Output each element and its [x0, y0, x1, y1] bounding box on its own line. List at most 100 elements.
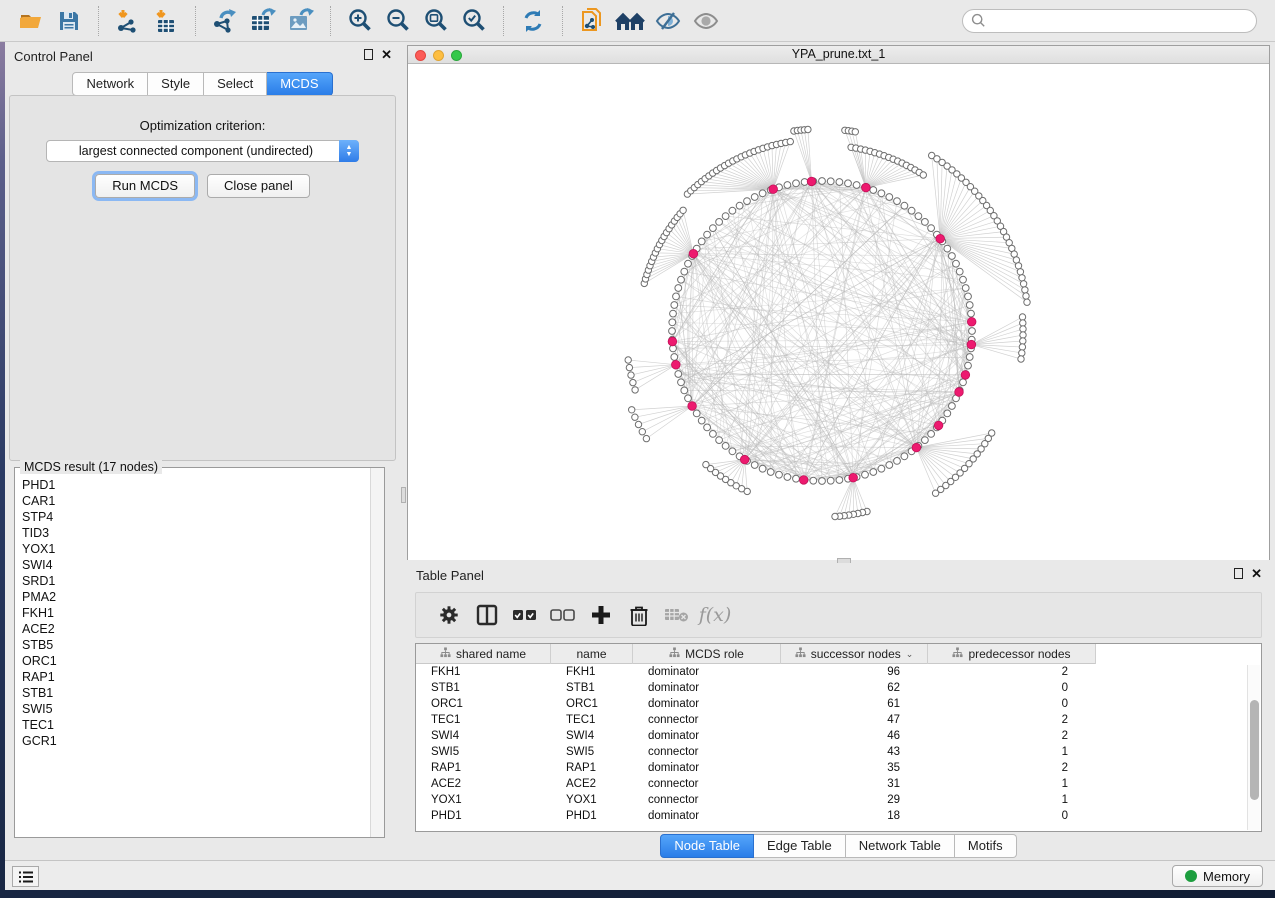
network-node[interactable]	[685, 395, 692, 402]
network-node[interactable]	[673, 293, 680, 300]
dominator-node[interactable]	[688, 402, 697, 411]
window-maximize-icon[interactable]	[451, 50, 462, 61]
network-node[interactable]	[722, 213, 729, 220]
table-row[interactable]: ORC1ORC1dominator610	[416, 696, 1261, 712]
table-row[interactable]: STB1STB1dominator620	[416, 680, 1261, 696]
network-node[interactable]	[736, 202, 743, 209]
network-node[interactable]	[966, 302, 973, 309]
network-node[interactable]	[751, 462, 758, 469]
network-node[interactable]	[960, 379, 967, 386]
result-node-item[interactable]: FKH1	[15, 605, 370, 621]
network-node[interactable]	[671, 302, 678, 309]
dominator-node[interactable]	[936, 234, 945, 243]
import-network-button[interactable]	[109, 4, 147, 38]
import-table-button[interactable]	[147, 4, 185, 38]
result-node-item[interactable]: STB1	[15, 685, 370, 701]
network-leaf-node[interactable]	[787, 138, 793, 144]
result-node-item[interactable]: CAR1	[15, 493, 370, 509]
tab-network[interactable]: Network	[72, 72, 148, 96]
network-node[interactable]	[901, 202, 908, 209]
network-node[interactable]	[845, 180, 852, 187]
result-node-item[interactable]: PHD1	[15, 477, 370, 493]
network-node[interactable]	[827, 477, 834, 484]
window-minimize-icon[interactable]	[433, 50, 444, 61]
table-row[interactable]: YOX1YOX1connector291	[416, 792, 1261, 808]
add-column-button[interactable]	[582, 596, 620, 634]
zoom-out-button[interactable]	[379, 4, 417, 38]
zoom-in-button[interactable]	[341, 4, 379, 38]
network-leaf-node[interactable]	[625, 357, 631, 363]
column-header-predecessor-nodes[interactable]: predecessor nodes	[928, 644, 1096, 664]
scrollbar-thumb[interactable]	[1250, 700, 1259, 800]
first-neighbors-button[interactable]	[611, 4, 649, 38]
network-node[interactable]	[962, 285, 969, 292]
network-node[interactable]	[784, 182, 791, 189]
network-leaf-node[interactable]	[1019, 314, 1025, 320]
dominator-node[interactable]	[799, 476, 808, 485]
run-mcds-button[interactable]: Run MCDS	[95, 174, 195, 198]
network-node[interactable]	[759, 465, 766, 472]
network-leaf-node[interactable]	[629, 407, 635, 413]
tab-network-table[interactable]: Network Table	[846, 834, 955, 858]
close-panel-icon[interactable]: ✕	[381, 49, 392, 60]
network-node[interactable]	[878, 190, 885, 197]
tab-mcds[interactable]: MCDS	[267, 72, 332, 96]
network-leaf-node[interactable]	[680, 207, 686, 213]
network-node[interactable]	[949, 403, 956, 410]
result-node-item[interactable]: TID3	[15, 525, 370, 541]
network-node[interactable]	[685, 260, 692, 267]
delete-column-button[interactable]	[620, 596, 658, 634]
result-node-item[interactable]: TEC1	[15, 717, 370, 733]
window-close-icon[interactable]	[415, 50, 426, 61]
network-node[interactable]	[960, 276, 967, 283]
network-node[interactable]	[878, 465, 885, 472]
network-leaf-node[interactable]	[1020, 320, 1026, 326]
network-node[interactable]	[810, 477, 817, 484]
result-node-item[interactable]: ORC1	[15, 653, 370, 669]
network-node[interactable]	[922, 219, 929, 226]
export-image-button[interactable]	[282, 4, 320, 38]
tab-motifs[interactable]: Motifs	[955, 834, 1017, 858]
network-leaf-node[interactable]	[632, 414, 638, 420]
network-node[interactable]	[698, 238, 705, 245]
result-node-item[interactable]: SWI4	[15, 557, 370, 573]
select-all-button[interactable]	[506, 596, 544, 634]
criterion-select[interactable]: largest connected component (undirected)…	[46, 140, 359, 162]
network-node[interactable]	[698, 417, 705, 424]
close-panel-button[interactable]: Close panel	[207, 174, 310, 198]
network-node[interactable]	[915, 213, 922, 220]
network-node[interactable]	[886, 462, 893, 469]
network-node[interactable]	[922, 437, 929, 444]
column-panel-button[interactable]	[468, 596, 506, 634]
network-node[interactable]	[704, 231, 711, 238]
network-node[interactable]	[908, 207, 915, 214]
network-node[interactable]	[965, 293, 972, 300]
export-network-button[interactable]	[206, 4, 244, 38]
network-leaf-node[interactable]	[628, 372, 634, 378]
network-node[interactable]	[678, 379, 685, 386]
network-node[interactable]	[671, 354, 678, 361]
result-node-item[interactable]: YOX1	[15, 541, 370, 557]
network-leaf-node[interactable]	[1018, 356, 1024, 362]
dominator-node[interactable]	[740, 455, 749, 464]
network-node[interactable]	[836, 477, 843, 484]
hide-graphics-button[interactable]	[649, 4, 687, 38]
table-row[interactable]: PHD1PHD1dominator180	[416, 808, 1261, 824]
network-node[interactable]	[944, 245, 951, 252]
table-row[interactable]: TEC1TEC1connector472	[416, 712, 1261, 728]
network-window-titlebar[interactable]: YPA_prune.txt_1	[408, 46, 1269, 64]
dominator-node[interactable]	[769, 185, 778, 194]
network-node[interactable]	[949, 253, 956, 260]
table-scrollbar[interactable]	[1247, 665, 1260, 830]
network-leaf-node[interactable]	[626, 364, 632, 370]
dominator-node[interactable]	[967, 318, 976, 327]
table-row[interactable]: SWI4SWI4dominator462	[416, 728, 1261, 744]
network-leaf-node[interactable]	[1019, 275, 1025, 281]
result-node-item[interactable]: SWI5	[15, 701, 370, 717]
network-leaf-node[interactable]	[703, 461, 709, 467]
node-table[interactable]: shared namenameMCDS rolesuccessor nodes⌄…	[415, 643, 1262, 832]
network-leaf-node[interactable]	[932, 490, 938, 496]
dominator-node[interactable]	[912, 443, 921, 452]
network-document-button[interactable]	[573, 4, 611, 38]
network-leaf-node[interactable]	[643, 435, 649, 441]
